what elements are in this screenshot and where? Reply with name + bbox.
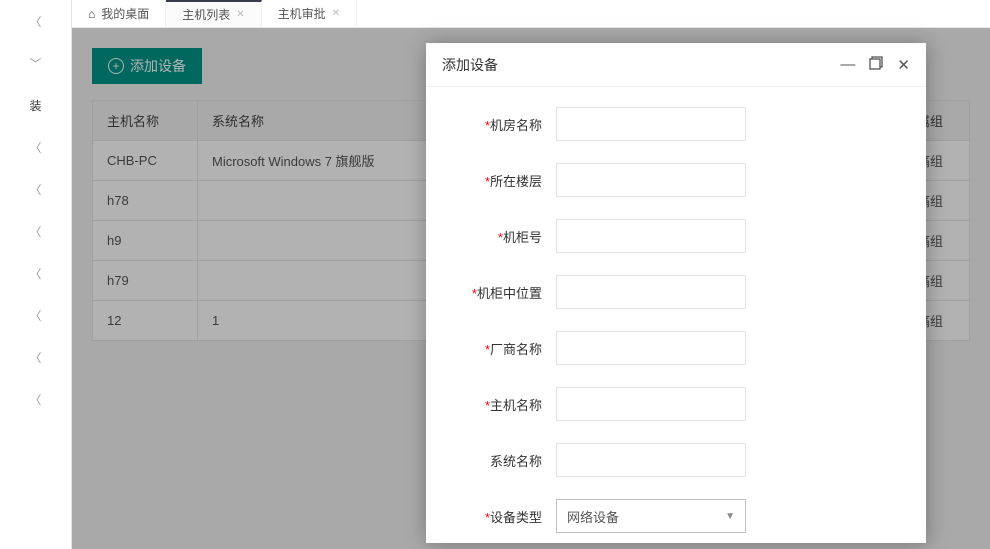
- label-room-name: *机房名称: [426, 115, 556, 134]
- close-icon[interactable]: ✕: [236, 9, 244, 20]
- select-value: 网络设备: [567, 507, 619, 526]
- tab-bar: ⌂ 我的桌面 主机列表 ✕ 主机审批 ✕: [72, 0, 990, 28]
- vendor-input[interactable]: [556, 331, 746, 365]
- cabinet-pos-input[interactable]: [556, 275, 746, 309]
- label-floor: *所在楼层: [426, 171, 556, 190]
- label-host-name: *主机名称: [426, 395, 556, 414]
- chevron-left-icon: 〈: [29, 181, 41, 198]
- sidenav-item-label: 装: [29, 97, 41, 114]
- floor-input[interactable]: [556, 163, 746, 197]
- chevron-left-icon: 〈: [29, 13, 41, 30]
- sidenav-collapse-5[interactable]: 〈: [0, 252, 71, 294]
- close-icon[interactable]: ✕: [332, 8, 340, 19]
- side-nav: 〈 ﹀ 装 〈 〈 〈 〈 〈 〈 〈: [0, 0, 72, 549]
- chevron-left-icon: 〈: [29, 349, 41, 366]
- form-row-device-type: *设备类型 网络设备 ▼: [426, 499, 896, 533]
- chevron-left-icon: 〈: [29, 307, 41, 324]
- chevron-left-icon: 〈: [29, 223, 41, 240]
- minimize-icon[interactable]: —: [840, 56, 855, 74]
- host-name-input[interactable]: [556, 387, 746, 421]
- tab-label: 主机审批: [278, 5, 326, 22]
- home-icon: ⌂: [88, 7, 95, 21]
- sidenav-expand-1[interactable]: ﹀: [0, 42, 71, 84]
- form-row-floor: *所在楼层: [426, 163, 896, 197]
- chevron-left-icon: 〈: [29, 391, 41, 408]
- tab-label: 我的桌面: [101, 5, 149, 22]
- chevron-down-icon: ▼: [725, 511, 735, 522]
- tab-label: 主机列表: [182, 6, 230, 23]
- form-row-host-name: *主机名称: [426, 387, 896, 421]
- tab-host-approval[interactable]: 主机审批 ✕: [262, 0, 357, 27]
- add-device-modal: 添加设备 — ✕ *机房名称 *所在楼层 *机柜号 *机柜中位置 *厂商名称: [426, 43, 926, 543]
- room-name-input[interactable]: [556, 107, 746, 141]
- chevron-down-icon: ﹀: [29, 55, 41, 72]
- form-row-room-name: *机房名称: [426, 107, 896, 141]
- sidenav-collapse-1[interactable]: 〈: [0, 0, 71, 42]
- sidenav-collapse-6[interactable]: 〈: [0, 294, 71, 336]
- sidenav-collapse-7[interactable]: 〈: [0, 336, 71, 378]
- modal-body: *机房名称 *所在楼层 *机柜号 *机柜中位置 *厂商名称 *主机名称 系统名称: [426, 87, 926, 543]
- label-cabinet-no: *机柜号: [426, 227, 556, 246]
- chevron-left-icon: 〈: [29, 139, 41, 156]
- label-vendor: *厂商名称: [426, 339, 556, 358]
- cabinet-no-input[interactable]: [556, 219, 746, 253]
- modal-header: 添加设备 — ✕: [426, 43, 926, 87]
- system-name-input[interactable]: [556, 443, 746, 477]
- sidenav-item-install[interactable]: 装: [0, 84, 71, 126]
- tab-host-list[interactable]: 主机列表 ✕: [166, 0, 261, 27]
- sidenav-collapse-2[interactable]: 〈: [0, 126, 71, 168]
- modal-title: 添加设备: [442, 55, 840, 75]
- sidenav-collapse-3[interactable]: 〈: [0, 168, 71, 210]
- label-cabinet-pos: *机柜中位置: [426, 283, 556, 302]
- label-device-type: *设备类型: [426, 507, 556, 526]
- tab-desktop[interactable]: ⌂ 我的桌面: [72, 0, 166, 27]
- chevron-left-icon: 〈: [29, 265, 41, 282]
- sidenav-collapse-4[interactable]: 〈: [0, 210, 71, 252]
- label-system-name: 系统名称: [426, 451, 556, 470]
- maximize-icon[interactable]: [869, 56, 883, 74]
- form-row-cabinet-pos: *机柜中位置: [426, 275, 896, 309]
- maximize-svg: [869, 56, 883, 70]
- form-row-system-name: 系统名称: [426, 443, 896, 477]
- sidenav-collapse-8[interactable]: 〈: [0, 378, 71, 420]
- device-type-select[interactable]: 网络设备 ▼: [556, 499, 746, 533]
- form-row-vendor: *厂商名称: [426, 331, 896, 365]
- form-row-cabinet-no: *机柜号: [426, 219, 896, 253]
- close-icon[interactable]: ✕: [897, 56, 910, 74]
